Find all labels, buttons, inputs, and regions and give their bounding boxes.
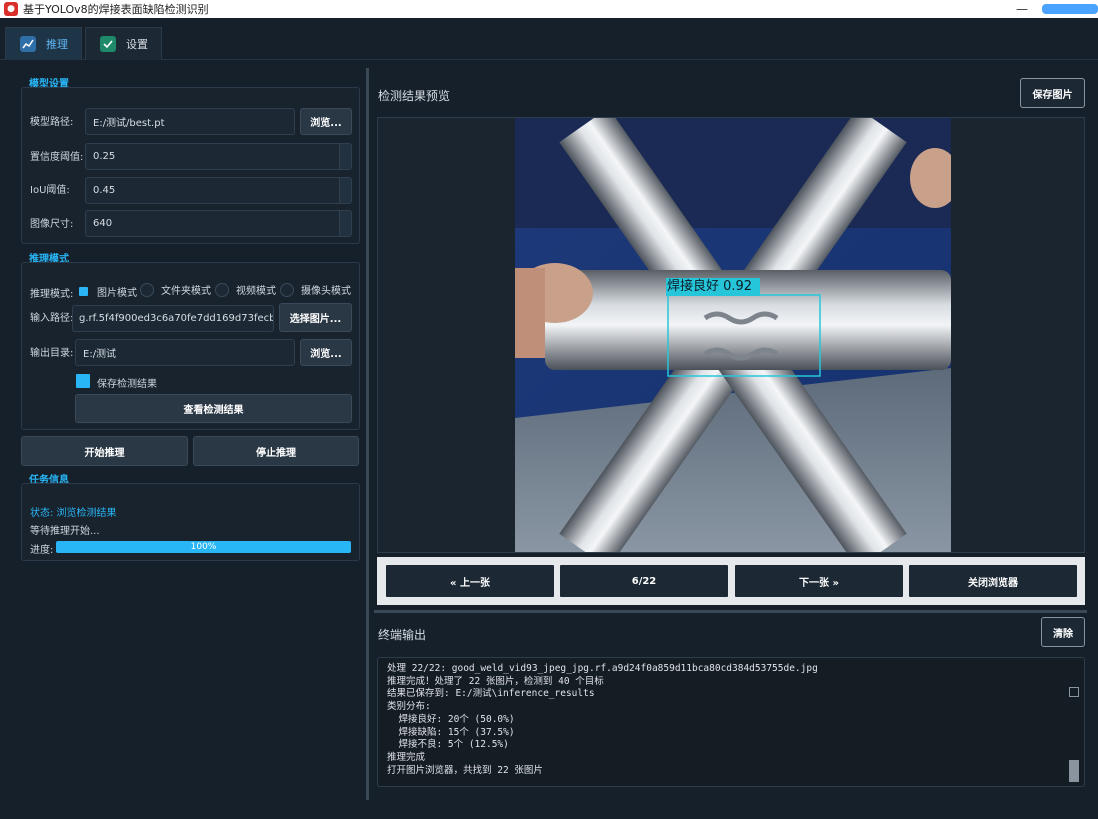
waiting-text: 等待推理开始... xyxy=(30,526,100,537)
terminal-output[interactable]: 处理 22/22: good_weld_vid93_jpeg_jpg.rf.a9… xyxy=(377,657,1085,787)
terminal-line: 焊接良好: 20个 (50.0%) xyxy=(387,713,515,725)
chart-line-icon xyxy=(20,36,36,52)
terminal-line: 类别分布: xyxy=(387,701,431,713)
radio-selected-indicator xyxy=(79,287,88,296)
progress-bar: 100% xyxy=(56,541,351,553)
confidence-label: 置信度阈值: xyxy=(30,152,84,163)
view-results-button[interactable]: 查看检测结果 xyxy=(75,394,352,423)
preview-title: 检测结果预览 xyxy=(378,89,451,103)
close-browser-button[interactable]: 关闭浏览器 xyxy=(909,565,1077,597)
radio-indicator xyxy=(215,282,229,297)
radio-folder-mode[interactable]: 文件夹模式 xyxy=(140,282,211,297)
tab-inference[interactable]: 推理 xyxy=(5,27,82,60)
horizontal-splitter[interactable] xyxy=(374,610,1087,613)
terminal-line: 推理完成 xyxy=(387,751,426,763)
mode-label: 推理模式: xyxy=(30,289,74,300)
radio-indicator xyxy=(140,282,154,297)
tab-bar: 推理 设置 xyxy=(0,20,1098,60)
stop-inference-button[interactable]: 停止推理 xyxy=(193,436,359,466)
image-counter: 6/22 xyxy=(560,565,728,597)
terminal-line: 结果已保存到: E:/测试\inference_results xyxy=(387,688,595,700)
terminal-line: 推理完成！处理了 22 张图片，检测到 40 个目标 xyxy=(387,675,604,687)
input-path-field[interactable]: g.rf.5f4f900ed3c6a70fe7dd169d73fecbea.jp… xyxy=(72,305,274,332)
model-path-field[interactable]: E:/测试/best.pt xyxy=(85,108,295,135)
detection-image: 焊接良好 0.92 xyxy=(515,118,951,552)
image-navigation-bar: « 上一张 6/22 下一张 » 关闭浏览器 xyxy=(377,557,1085,605)
radio-image-mode[interactable]: 图片模式 xyxy=(77,284,137,299)
inference-mode-group: 推理模式: 图片模式 文件夹模式 视频模式 摄像头模式 输入路径: g.rf.5… xyxy=(21,262,360,430)
imgsize-spinbox[interactable]: 640 xyxy=(85,210,352,237)
start-inference-button[interactable]: 开始推理 xyxy=(21,436,188,466)
confidence-value: 0.25 xyxy=(93,151,116,162)
scroll-up-arrow[interactable] xyxy=(1069,687,1079,698)
vertical-splitter[interactable] xyxy=(366,68,369,800)
save-image-button[interactable]: 保存图片 xyxy=(1020,78,1085,108)
model-path-label: 模型路径: xyxy=(30,117,74,128)
tab-settings[interactable]: 设置 xyxy=(85,27,162,60)
iou-value: 0.45 xyxy=(93,185,116,196)
save-results-label: 保存检测结果 xyxy=(97,379,157,390)
save-results-checkbox[interactable] xyxy=(76,374,90,388)
scrollbar-thumb[interactable] xyxy=(1069,760,1079,782)
model-settings-group: 模型路径: E:/测试/best.pt 浏览... 置信度阈值: 0.25 Io… xyxy=(21,87,360,244)
tab-inference-label: 推理 xyxy=(46,38,68,51)
output-dir-field[interactable]: E:/测试 xyxy=(75,339,295,366)
check-shield-icon xyxy=(100,36,116,52)
radio-camera-mode[interactable]: 摄像头模式 xyxy=(280,282,351,297)
radio-folder-label: 文件夹模式 xyxy=(161,286,211,297)
detection-preview: 焊接良好 0.92 xyxy=(377,117,1085,553)
detection-label: 焊接良好 0.92 xyxy=(667,279,753,294)
terminal-line: 处理 22/22: good_weld_vid93_jpeg_jpg.rf.a9… xyxy=(387,663,818,674)
terminal-line: 焊接不良: 5个 (12.5%) xyxy=(387,739,509,751)
terminal-title: 终端输出 xyxy=(378,628,427,642)
radio-indicator xyxy=(280,282,294,297)
terminal-scrollbar[interactable] xyxy=(1069,662,1080,782)
radio-video-label: 视频模式 xyxy=(236,286,276,297)
tab-settings-label: 设置 xyxy=(126,38,148,51)
select-image-button[interactable]: 选择图片... xyxy=(279,303,352,332)
model-browse-button[interactable]: 浏览... xyxy=(300,108,352,135)
minimize-button[interactable]: — xyxy=(1002,2,1042,16)
confidence-spinbox[interactable]: 0.25 xyxy=(85,143,352,170)
input-path-label: 输入路径: xyxy=(30,313,74,324)
app-logo-icon: ● xyxy=(4,2,18,16)
window-titlebar: ● 基于YOLOv8的焊接表面缺陷检测识别 — xyxy=(0,0,1098,18)
radio-video-mode[interactable]: 视频模式 xyxy=(215,282,276,297)
task-info-group: 状态: 浏览检测结果 等待推理开始... 进度: 100% xyxy=(21,483,360,561)
prev-image-button[interactable]: « 上一张 xyxy=(386,565,554,597)
window-title: 基于YOLOv8的焊接表面缺陷检测识别 xyxy=(23,3,209,16)
radio-camera-label: 摄像头模式 xyxy=(301,286,351,297)
terminal-line: 焊接缺陷: 15个 (37.5%) xyxy=(387,726,515,738)
iou-label: IoU阈值: xyxy=(30,185,70,196)
next-image-button[interactable]: 下一张 » xyxy=(735,565,903,597)
iou-stepper[interactable] xyxy=(339,178,351,203)
progress-percent: 100% xyxy=(190,542,217,552)
imgsize-stepper[interactable] xyxy=(339,211,351,236)
output-dir-label: 输出目录: xyxy=(30,348,74,359)
terminal-line: 打开图片浏览器，共找到 22 张图片 xyxy=(387,764,543,776)
radio-image-label: 图片模式 xyxy=(97,288,137,299)
progress-label: 进度: xyxy=(30,545,54,556)
maximize-button[interactable] xyxy=(1042,4,1098,14)
imgsize-value: 640 xyxy=(93,218,113,229)
status-text: 状态: 浏览检测结果 xyxy=(30,508,117,519)
imgsize-label: 图像尺寸: xyxy=(30,219,74,230)
iou-spinbox[interactable]: 0.45 xyxy=(85,177,352,204)
output-browse-button[interactable]: 浏览... xyxy=(300,339,352,366)
clear-terminal-button[interactable]: 清除 xyxy=(1041,617,1085,647)
confidence-stepper[interactable] xyxy=(339,144,351,169)
